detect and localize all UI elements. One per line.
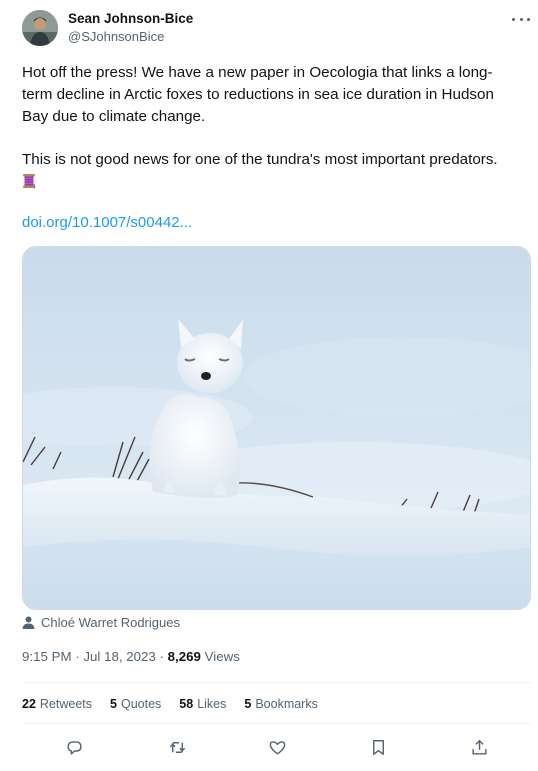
photo-credit[interactable]: Chloé Warret Rodrigues	[22, 615, 180, 630]
more-options-icon[interactable]	[512, 12, 530, 26]
bookmarks-count: 5	[244, 697, 252, 711]
author-name[interactable]: Sean Johnson-Bice	[68, 11, 193, 26]
thread-spool-emoji	[22, 173, 36, 189]
meta-separator: ·	[71, 649, 84, 664]
retweet-icon	[169, 741, 185, 753]
share-button[interactable]	[468, 736, 490, 758]
share-icon	[471, 739, 487, 755]
likes-label: Likes	[197, 697, 227, 711]
quotes-stat[interactable]: 5 Quotes	[110, 697, 161, 711]
tweet-text: Hot off the press! We have a new paper i…	[22, 62, 522, 193]
like-icon	[269, 740, 285, 755]
bookmarks-stat[interactable]: 5 Bookmarks	[244, 697, 317, 711]
retweets-count: 22	[22, 697, 36, 711]
retweets-label: Retweets	[39, 697, 93, 711]
tweet-metadata: 9:15 PM · Jul 18, 2023 · 8,269 Views	[22, 649, 240, 664]
quotes-count: 5	[110, 697, 117, 711]
quotes-label: Quotes	[120, 697, 162, 711]
action-bar	[0, 736, 538, 762]
avatar[interactable]	[22, 10, 58, 46]
reply-button[interactable]	[63, 736, 85, 758]
like-button[interactable]	[266, 736, 288, 758]
tweet-time[interactable]: 9:15 PM	[22, 649, 72, 664]
views-label: Views	[204, 649, 240, 664]
tweet-paragraph-1: Hot off the press! We have a new paper i…	[22, 64, 494, 125]
photo-credit-name: Chloé Warret Rodrigues	[41, 615, 180, 630]
engagement-stats: 22 Retweets 5 Quotes 58 Likes 5 Bookmarks	[22, 697, 318, 711]
likes-stat[interactable]: 58 Likes	[179, 697, 226, 711]
arctic-fox-photo[interactable]	[22, 246, 531, 610]
bookmark-icon	[372, 739, 384, 755]
tweet-date[interactable]: Jul 18, 2023	[83, 649, 155, 664]
divider	[22, 682, 531, 683]
tweet: Sean Johnson-Bice @SJohnsonBice Hot off …	[0, 0, 538, 771]
meta-separator: ·	[155, 649, 168, 664]
views-count: 8,269	[167, 649, 201, 664]
person-icon	[22, 616, 35, 629]
bookmark-button[interactable]	[367, 736, 389, 758]
retweet-button[interactable]	[166, 736, 188, 758]
likes-count: 58	[179, 697, 194, 711]
retweets-stat[interactable]: 22 Retweets	[22, 697, 92, 711]
divider	[22, 723, 531, 724]
bookmarks-label: Bookmarks	[255, 697, 318, 711]
author-handle[interactable]: @SJohnsonBice	[68, 29, 164, 44]
paper-link[interactable]: doi.org/10.1007/s00442...	[22, 214, 192, 231]
reply-icon	[66, 740, 82, 755]
tweet-paragraph-2: This is not good news for one of the tun…	[22, 151, 498, 168]
